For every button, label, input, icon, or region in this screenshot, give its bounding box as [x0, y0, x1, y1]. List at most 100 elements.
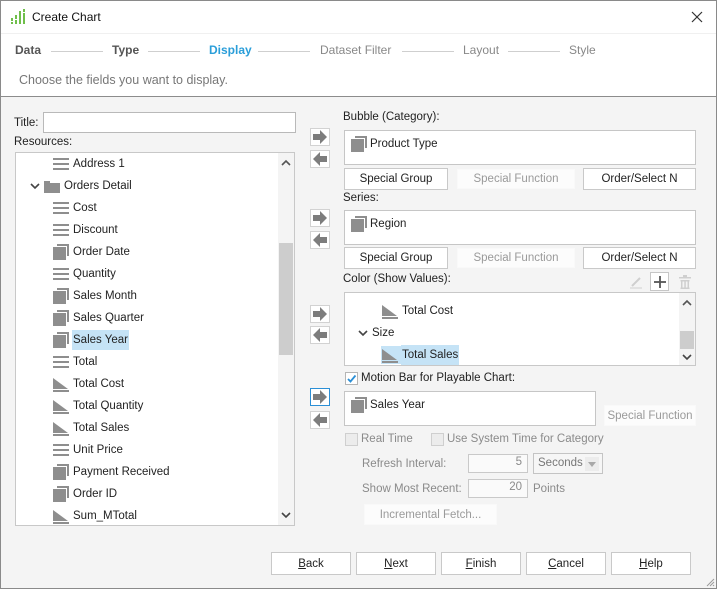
- scroll-up-arrow[interactable]: [278, 156, 294, 170]
- real-time-checkbox[interactable]: [345, 433, 358, 446]
- cancel-button[interactable]: Cancel: [526, 552, 606, 575]
- resource-tree-item[interactable]: Order ID: [52, 484, 118, 504]
- resources-scrollbar[interactable]: [278, 153, 294, 525]
- finish-mnemonic: F: [465, 557, 473, 570]
- series-special-group-button[interactable]: Special Group: [344, 247, 448, 269]
- close-icon[interactable]: [686, 6, 708, 28]
- color-values-tree[interactable]: Total Cost Size Total Sales: [344, 292, 696, 366]
- remove-color-button[interactable]: [310, 326, 330, 344]
- add-motion-button[interactable]: [310, 388, 330, 406]
- cancel-label: ancel: [556, 557, 584, 570]
- cancel-mnemonic: C: [548, 557, 557, 570]
- finish-label: inish: [472, 557, 497, 570]
- tree-item-label: Sales Quarter: [73, 312, 144, 324]
- step-dataset-filter[interactable]: Dataset Filter: [320, 43, 391, 57]
- group-field-icon: [52, 309, 70, 327]
- remove-bubble-button[interactable]: [310, 150, 330, 168]
- step-type[interactable]: Type: [112, 43, 139, 57]
- remove-series-button[interactable]: [310, 231, 330, 249]
- resource-tree-item[interactable]: Total Cost: [52, 374, 125, 394]
- bubble-field-box[interactable]: Product Type: [344, 130, 696, 165]
- tree-item-label: Total Cost: [402, 305, 454, 317]
- series-label: Series:: [343, 192, 379, 204]
- step-data[interactable]: Data: [15, 43, 41, 57]
- chevron-down-icon[interactable]: [358, 328, 368, 338]
- step-style[interactable]: Style: [569, 43, 596, 57]
- motion-field-box[interactable]: Sales Year: [344, 391, 596, 426]
- series-field-item[interactable]: Region: [350, 215, 406, 233]
- title-label: Title:: [14, 117, 39, 129]
- add-color-button[interactable]: [310, 305, 330, 323]
- scroll-up-arrow[interactable]: [679, 296, 695, 310]
- finish-button[interactable]: Finish: [441, 552, 521, 575]
- scroll-down-arrow[interactable]: [679, 350, 695, 364]
- resource-tree-item[interactable]: Address 1: [52, 154, 126, 174]
- step-connector: [148, 51, 200, 52]
- add-bubble-button[interactable]: [310, 128, 330, 146]
- resource-tree-item[interactable]: Orders Detail: [30, 176, 133, 196]
- title-input[interactable]: [43, 112, 296, 133]
- edit-button[interactable]: [626, 272, 645, 291]
- resize-grip-icon[interactable]: [705, 577, 715, 587]
- add-button[interactable]: [650, 272, 669, 291]
- back-button[interactable]: Back: [271, 552, 351, 575]
- resource-tree-item[interactable]: Total Sales: [52, 418, 130, 438]
- motion-field-item[interactable]: Sales Year: [350, 396, 425, 414]
- motion-bar-checkbox[interactable]: [345, 372, 358, 385]
- help-button[interactable]: Help: [611, 552, 691, 575]
- incremental-fetch-button[interactable]: Incremental Fetch...: [364, 504, 497, 525]
- resource-tree-item[interactable]: Discount: [52, 220, 119, 240]
- motion-special-function-button[interactable]: Special Function: [604, 405, 696, 426]
- detail-field-icon: [52, 441, 70, 459]
- summary-field-icon: [381, 302, 399, 320]
- detail-field-icon: [52, 353, 70, 371]
- color-tree-item-size[interactable]: Size: [358, 323, 395, 343]
- detail-field-icon: [52, 221, 70, 239]
- tree-item-label: Payment Received: [73, 466, 170, 478]
- resource-tree-item[interactable]: Sales Quarter: [52, 308, 145, 328]
- dropdown-arrow-icon: [585, 457, 599, 471]
- refresh-interval-input[interactable]: 5: [468, 454, 528, 473]
- next-button[interactable]: Next: [356, 552, 436, 575]
- scroll-thumb[interactable]: [279, 243, 293, 355]
- motion-bar-label: Motion Bar for Playable Chart:: [361, 372, 516, 384]
- resources-tree[interactable]: Address 1 Orders Detail Cost Discount Order …: [15, 152, 295, 526]
- scroll-thumb[interactable]: [680, 331, 694, 349]
- resource-tree-item[interactable]: Sales Year: [52, 330, 129, 350]
- system-time-checkbox[interactable]: [431, 433, 444, 446]
- add-series-button[interactable]: [310, 209, 330, 227]
- arrow-right-icon: [312, 390, 328, 404]
- resource-tree-item[interactable]: Order Date: [52, 242, 131, 262]
- bubble-order-select-button[interactable]: Order/Select N: [583, 168, 696, 190]
- resource-tree-item[interactable]: Total Quantity: [52, 396, 144, 416]
- bubble-special-function-button[interactable]: Special Function: [457, 169, 575, 189]
- scroll-down-arrow[interactable]: [278, 508, 294, 522]
- resource-tree-item[interactable]: Cost: [52, 198, 98, 218]
- resource-tree-item[interactable]: Sales Month: [52, 286, 138, 306]
- tree-item-label: Size: [372, 327, 395, 339]
- resource-tree-item[interactable]: Payment Received: [52, 462, 171, 482]
- remove-motion-button[interactable]: [310, 411, 330, 429]
- color-tree-item-total-sales[interactable]: Total Sales: [381, 345, 460, 365]
- tree-item-label: Unit Price: [73, 444, 123, 456]
- bubble-special-group-button[interactable]: Special Group: [344, 168, 448, 190]
- resource-tree-item[interactable]: Sum_MTotal: [52, 506, 138, 526]
- resource-tree-item[interactable]: Unit Price: [52, 440, 124, 460]
- refresh-unit-select[interactable]: Seconds: [533, 453, 603, 474]
- chevron-down-icon[interactable]: [30, 181, 40, 191]
- step-display[interactable]: Display: [209, 43, 252, 57]
- color-tree-item-total-cost[interactable]: Total Cost: [381, 301, 454, 321]
- resource-tree-item[interactable]: Total: [52, 352, 98, 372]
- series-special-function-button[interactable]: Special Function: [457, 248, 575, 268]
- show-most-recent-input[interactable]: 20: [468, 479, 528, 498]
- wizard-header: Data Type Display Dataset Filter Layout …: [1, 33, 716, 97]
- pencil-icon: [629, 276, 642, 288]
- resource-tree-item[interactable]: Quantity: [52, 264, 117, 284]
- step-layout[interactable]: Layout: [463, 43, 499, 57]
- series-field-box[interactable]: Region: [344, 210, 696, 245]
- delete-button[interactable]: [675, 272, 694, 291]
- series-order-select-button[interactable]: Order/Select N: [583, 247, 696, 269]
- color-label: Color (Show Values):: [343, 273, 451, 285]
- bubble-field-item[interactable]: Product Type: [350, 135, 438, 153]
- color-scrollbar[interactable]: [679, 293, 695, 365]
